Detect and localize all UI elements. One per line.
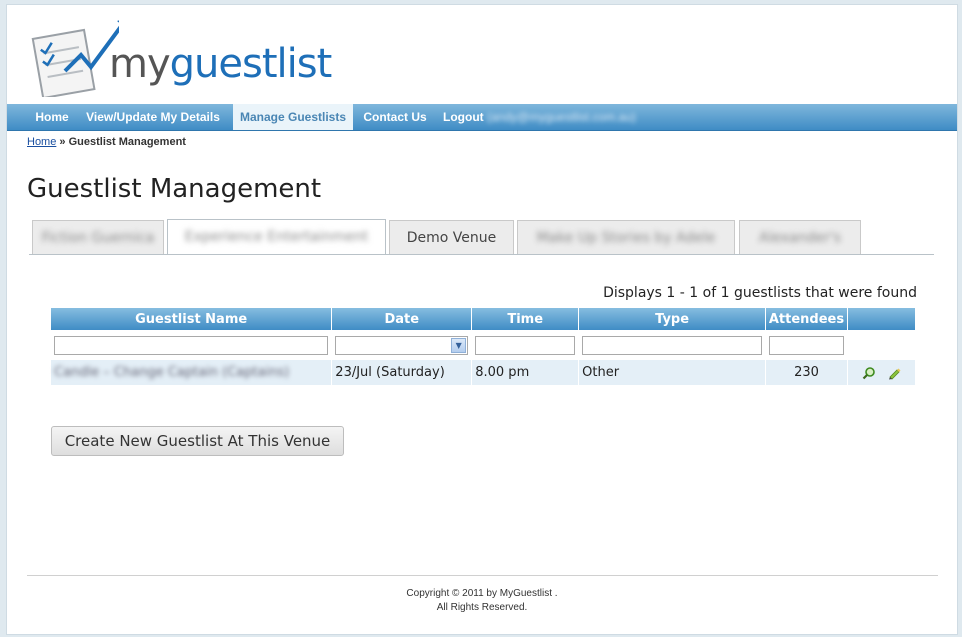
logout-email: (andy@myguestlist.com.au) — [487, 110, 636, 124]
date-cell: 23/Jul (Saturday) — [331, 360, 473, 385]
nav-manage-guestlists[interactable]: Manage Guestlists — [233, 104, 353, 130]
column-header-actions — [847, 308, 916, 330]
nav-home[interactable]: Home — [27, 104, 77, 130]
guestlist-table: Guestlist Name Date Time Type Attendees … — [51, 308, 916, 385]
logout-label: Logout — [443, 110, 484, 124]
footer-copyright: Copyright © 2011 by MyGuestlist . — [406, 588, 558, 599]
main-nav: Home View/Update My Details Manage Guest… — [7, 104, 957, 131]
filter-row: ▼ — [51, 330, 916, 360]
breadcrumb-current: Guestlist Management — [68, 136, 186, 148]
breadcrumb: Home » Guestlist Management — [27, 136, 186, 148]
page-frame: myguestlist Home View/Update My Details … — [6, 4, 958, 635]
footer-rights: All Rights Reserved. — [436, 602, 528, 613]
breadcrumb-home-link[interactable]: Home — [27, 136, 56, 148]
results-summary: Displays 1 - 1 of 1 guestlists that were… — [603, 285, 917, 301]
column-header-time[interactable]: Time — [471, 308, 580, 330]
filter-name-input[interactable] — [54, 335, 329, 355]
table-header-row: Guestlist Name Date Time Type Attendees — [51, 308, 916, 330]
attendees-cell: 230 — [765, 360, 848, 385]
footer: Copyright © 2011 by MyGuestlist . All Ri… — [7, 587, 957, 615]
table-row: Candle – Change Captain (Captains) 23/Ju… — [51, 360, 916, 385]
checklist-logo-icon — [31, 20, 119, 97]
venue-tab-label: Fiction Guernica — [41, 230, 155, 246]
venue-tab-demo-venue[interactable]: Demo Venue — [389, 220, 514, 254]
footer-divider — [27, 575, 938, 576]
nav-contact-us[interactable]: Contact Us — [359, 104, 431, 130]
venue-tab-label: Make Up Stories by Adele — [536, 230, 716, 246]
pencil-edit-icon[interactable] — [887, 366, 901, 380]
venue-tab-label: Demo Venue — [406, 230, 497, 246]
filter-date-select[interactable]: ▼ — [335, 335, 469, 355]
breadcrumb-separator: » — [59, 136, 66, 148]
chevron-down-icon[interactable]: ▼ — [451, 337, 467, 353]
site-logo[interactable]: myguestlist — [29, 15, 332, 97]
filter-attendees-input[interactable] — [769, 335, 844, 355]
column-header-name[interactable]: Guestlist Name — [51, 308, 333, 330]
venue-tab-label: Alexander's — [759, 230, 841, 246]
logo-text: myguestlist — [109, 41, 332, 87]
venue-tab-1[interactable]: Fiction Guernica — [32, 220, 164, 254]
filter-time-input[interactable] — [475, 335, 576, 355]
actions-cell — [847, 360, 916, 385]
venue-tab-label: Experience Entertainment — [184, 229, 369, 245]
guestlist-name-cell[interactable]: Candle – Change Captain (Captains) — [54, 365, 289, 380]
column-header-attendees[interactable]: Attendees — [765, 308, 848, 330]
filter-type-input[interactable] — [582, 335, 763, 355]
venue-tab-4[interactable]: Make Up Stories by Adele — [517, 220, 735, 254]
create-guestlist-button[interactable]: Create New Guestlist At This Venue — [51, 426, 344, 456]
tabs-divider — [29, 254, 934, 255]
venue-tab-5[interactable]: Alexander's — [739, 220, 861, 254]
nav-logout[interactable]: Logout (andy@myguestlist.com.au) — [443, 104, 653, 130]
venue-tab-2[interactable]: Experience Entertainment — [167, 219, 386, 255]
nav-view-update-details[interactable]: View/Update My Details — [83, 104, 223, 130]
time-cell: 8.00 pm — [471, 360, 580, 385]
magnifier-view-icon[interactable] — [862, 366, 876, 380]
page-title: Guestlist Management — [27, 174, 322, 204]
type-cell: Other — [578, 360, 767, 385]
column-header-type[interactable]: Type — [578, 308, 767, 330]
column-header-date[interactable]: Date — [331, 308, 473, 330]
